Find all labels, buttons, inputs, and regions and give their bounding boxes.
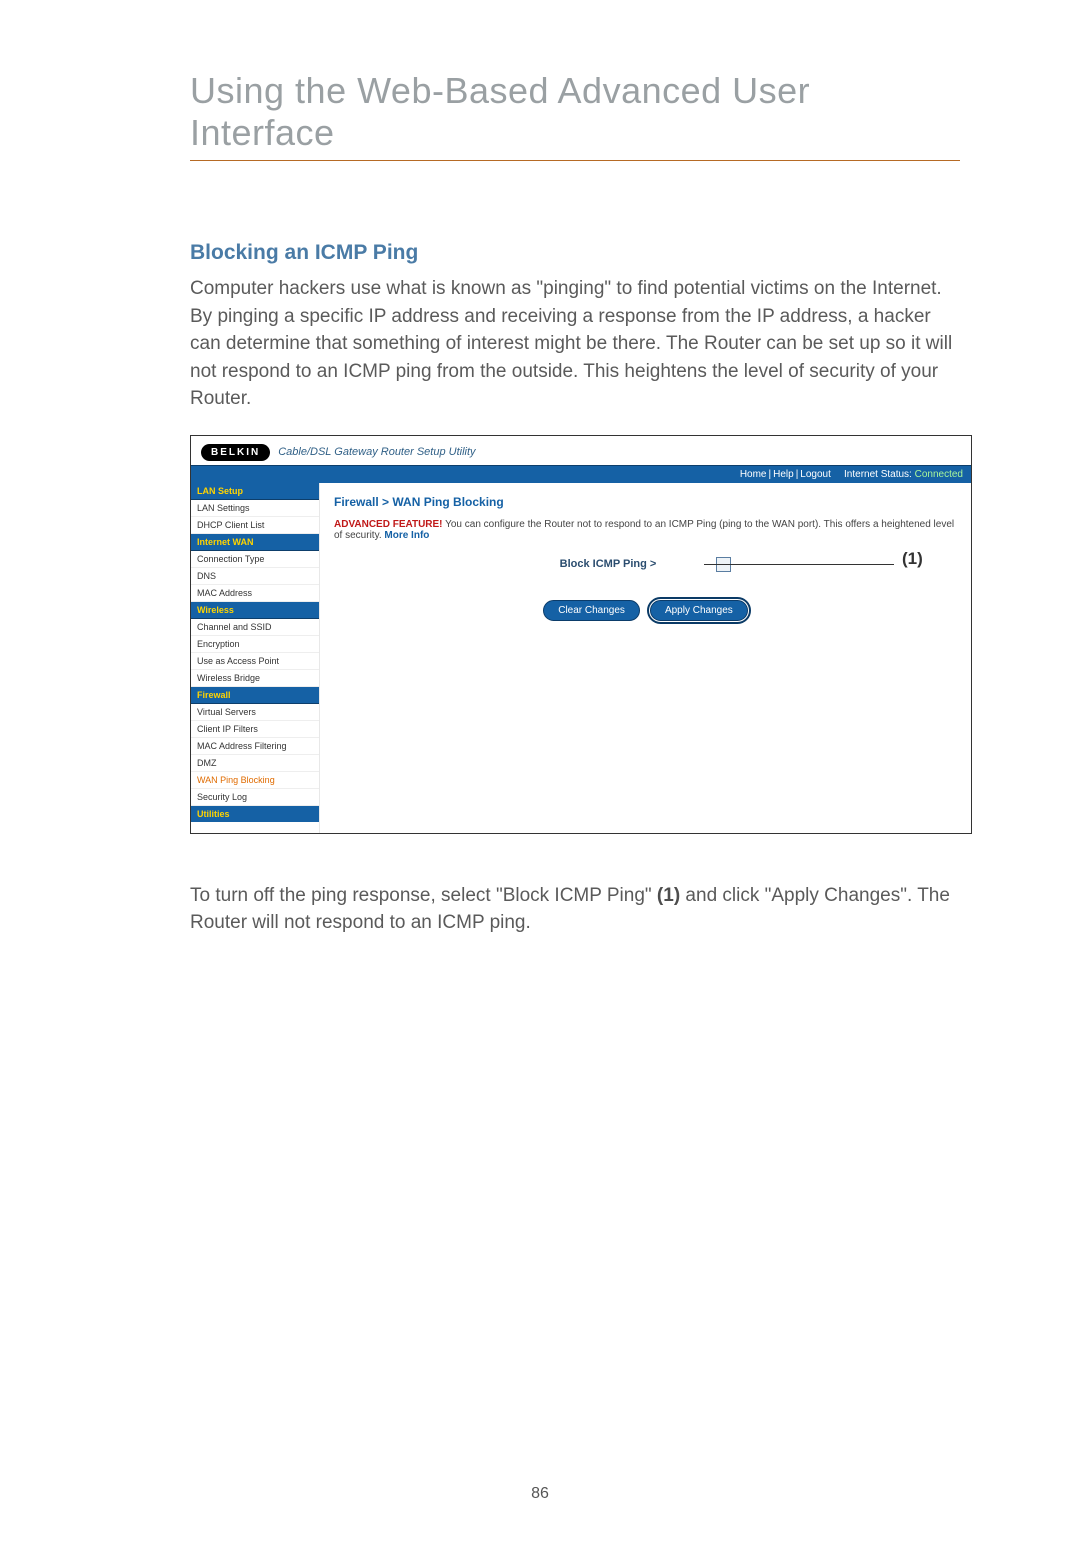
sidebar-item-access-point[interactable]: Use as Access Point xyxy=(191,653,319,670)
belkin-logo: BELKIN xyxy=(201,444,270,461)
product-name: Cable/DSL Gateway Router Setup Utility xyxy=(278,446,475,458)
apply-changes-button[interactable]: Apply Changes xyxy=(650,600,748,621)
status-value: Connected xyxy=(915,469,963,480)
sidebar-item-bridge[interactable]: Wireless Bridge xyxy=(191,670,319,687)
sidebar-item-mac-filter[interactable]: MAC Address Filtering xyxy=(191,738,319,755)
sidebar-item-ssid[interactable]: Channel and SSID xyxy=(191,619,319,636)
sidebar-item-encryption[interactable]: Encryption xyxy=(191,636,319,653)
sidebar-item-wan-ping[interactable]: WAN Ping Blocking xyxy=(191,772,319,789)
status-label: Internet Status: xyxy=(844,469,912,480)
router-header: BELKIN Cable/DSL Gateway Router Setup Ut… xyxy=(191,436,971,465)
sidebar-item-mac[interactable]: MAC Address xyxy=(191,585,319,602)
intro-paragraph: Computer hackers use what is known as "p… xyxy=(190,275,960,413)
sidebar-item-security-log[interactable]: Security Log xyxy=(191,789,319,806)
sidebar-cat-lan: LAN Setup xyxy=(191,483,319,500)
more-info-link[interactable]: More Info xyxy=(384,530,429,541)
title-divider xyxy=(190,160,960,161)
callout-1: (1) xyxy=(902,549,923,569)
page-number: 86 xyxy=(0,1485,1080,1503)
nav-logout[interactable]: Logout xyxy=(800,469,831,480)
callout-line xyxy=(704,564,894,565)
page-title: Using the Web-Based Advanced User Interf… xyxy=(190,70,960,154)
section-heading: Blocking an ICMP Ping xyxy=(190,241,960,265)
clear-changes-button[interactable]: Clear Changes xyxy=(543,600,640,621)
sidebar-item-client-ip[interactable]: Client IP Filters xyxy=(191,721,319,738)
sidebar-item-lan-settings[interactable]: LAN Settings xyxy=(191,500,319,517)
sidebar-cat-utilities: Utilities xyxy=(191,806,319,822)
outro-bold: (1) xyxy=(657,885,680,906)
advanced-label: ADVANCED FEATURE! xyxy=(334,519,443,530)
outro-pre: To turn off the ping response, select "B… xyxy=(190,885,657,906)
sidebar-cat-wireless: Wireless xyxy=(191,602,319,619)
sidebar-cat-wan: Internet WAN xyxy=(191,534,319,551)
nav-home[interactable]: Home xyxy=(740,469,767,480)
router-topbar: Home|Help|Logout Internet Status: Connec… xyxy=(191,465,971,483)
nav-help[interactable]: Help xyxy=(773,469,794,480)
sidebar-item-dmz[interactable]: DMZ xyxy=(191,755,319,772)
sidebar-item-dhcp[interactable]: DHCP Client List xyxy=(191,517,319,534)
router-screenshot: BELKIN Cable/DSL Gateway Router Setup Ut… xyxy=(190,435,972,834)
block-icmp-row: Block ICMP Ping > (1) xyxy=(334,557,957,572)
sidebar-item-conn-type[interactable]: Connection Type xyxy=(191,551,319,568)
sidebar-item-dns[interactable]: DNS xyxy=(191,568,319,585)
block-icmp-label: Block ICMP Ping > xyxy=(560,558,657,570)
router-sidebar: LAN Setup LAN Settings DHCP Client List … xyxy=(191,483,320,833)
breadcrumb: Firewall > WAN Ping Blocking xyxy=(334,495,957,509)
button-row: Clear Changes Apply Changes xyxy=(334,600,957,621)
sidebar-item-virtual-servers[interactable]: Virtual Servers xyxy=(191,704,319,721)
feature-description: ADVANCED FEATURE! You can configure the … xyxy=(334,519,957,541)
sidebar-cat-firewall: Firewall xyxy=(191,687,319,704)
outro-paragraph: To turn off the ping response, select "B… xyxy=(190,882,960,937)
router-content: Firewall > WAN Ping Blocking ADVANCED FE… xyxy=(320,483,971,833)
